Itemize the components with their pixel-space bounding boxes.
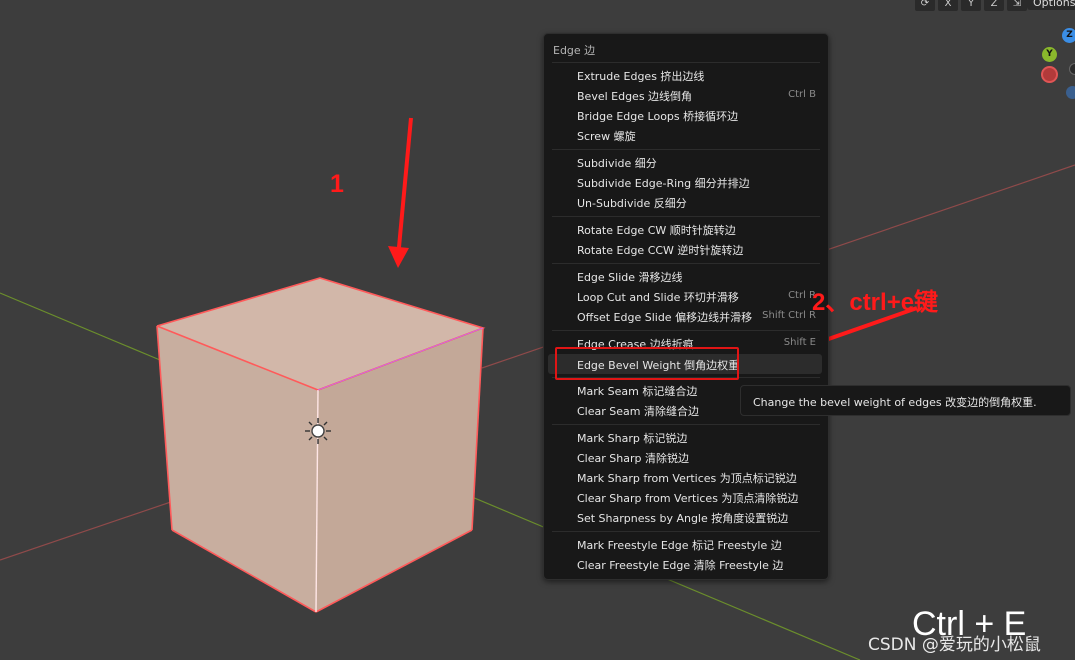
- header-tool-chip[interactable]: X: [938, 0, 958, 11]
- menu-divider: [552, 531, 820, 532]
- arrow-1-icon: [388, 117, 413, 268]
- menu-item-bevel-edges[interactable]: Bevel Edges 边线倒角 Ctrl B: [548, 85, 822, 105]
- menu-item-rotate-edge-cw[interactable]: Rotate Edge CW 顺时针旋转边: [548, 219, 822, 239]
- gizmo-x-neg-icon[interactable]: [1069, 63, 1075, 75]
- menu-divider: [552, 424, 820, 425]
- menu-item-set-sharpness-by-angle[interactable]: Set Sharpness by Angle 按角度设置锐边: [548, 507, 822, 527]
- y-axis-line: [0, 292, 161, 361]
- cube-mesh: [156, 277, 486, 613]
- menu-item-mark-freestyle-edge[interactable]: Mark Freestyle Edge 标记 Freestyle 边: [548, 534, 822, 554]
- header-tool-chip[interactable]: Y: [961, 0, 981, 11]
- menu-title: Edge 边: [553, 44, 596, 57]
- menu-item-clear-freestyle-edge[interactable]: Clear Freestyle Edge 清除 Freestyle 边: [548, 554, 822, 574]
- 3d-viewport[interactable]: ⟳ X Y Z ⇲ Options Z Y Edge 边 Extrude Edg…: [0, 0, 1075, 660]
- menu-item-extrude-edges[interactable]: Extrude Edges 挤出边线: [548, 65, 822, 85]
- gizmo-y-axis-icon[interactable]: Y: [1042, 47, 1057, 62]
- menu-item-mark-sharp[interactable]: Mark Sharp 标记锐边: [548, 427, 822, 447]
- tooltip-text: Change the bevel weight of edges 改变边的倒角权…: [753, 396, 1037, 409]
- menu-divider: [552, 216, 820, 217]
- gizmo-x-neg-icon[interactable]: [1041, 66, 1058, 83]
- annotation-step-1: 1: [330, 170, 344, 198]
- gizmo-z-axis-icon[interactable]: Z: [1062, 28, 1075, 43]
- menu-item-clear-sharp[interactable]: Clear Sharp 清除锐边: [548, 447, 822, 467]
- gizmo-y-neg-icon[interactable]: [1066, 86, 1075, 99]
- menu-divider: [552, 263, 820, 264]
- header-tool-chip[interactable]: Z: [984, 0, 1004, 11]
- menu-item-edge-slide[interactable]: Edge Slide 滑移边线: [548, 266, 822, 286]
- highlight-annotation-box: [555, 347, 739, 380]
- header-tool-chip[interactable]: ⇲: [1007, 0, 1027, 11]
- menu-item-subdivide-edge-ring[interactable]: Subdivide Edge-Ring 细分并排边: [548, 172, 822, 192]
- edge-context-menu: Edge 边 Extrude Edges 挤出边线 Bevel Edges 边线…: [543, 33, 829, 580]
- tooltip: Change the bevel weight of edges 改变边的倒角权…: [740, 385, 1071, 416]
- menu-divider: [552, 149, 820, 150]
- menu-item-clear-sharp-from-vertices[interactable]: Clear Sharp from Vertices 为顶点清除锐边: [548, 487, 822, 507]
- menu-item-offset-edge-slide[interactable]: Offset Edge Slide 偏移边线并滑移 Shift Ctrl R: [548, 306, 822, 326]
- menu-item-un-subdivide[interactable]: Un-Subdivide 反细分: [548, 192, 822, 212]
- menu-item-loop-cut-and-slide[interactable]: Loop Cut and Slide 环切并滑移 Ctrl R: [548, 286, 822, 306]
- options-button[interactable]: Options: [1027, 0, 1075, 10]
- watermark: CSDN @爱玩的小松鼠: [868, 635, 1041, 655]
- viewport-header-tools: ⟳ X Y Z ⇲: [915, 0, 1027, 12]
- menu-divider: [552, 330, 820, 331]
- menu-item-rotate-edge-ccw[interactable]: Rotate Edge CCW 逆时针旋转边: [548, 239, 822, 259]
- menu-item-screw[interactable]: Screw 螺旋: [548, 125, 822, 145]
- menu-item-subdivide[interactable]: Subdivide 细分: [548, 152, 822, 172]
- annotation-step-2: 2、ctrl+e键: [812, 289, 939, 316]
- menu-item-mark-sharp-from-vertices[interactable]: Mark Sharp from Vertices 为顶点标记锐边: [548, 467, 822, 487]
- header-tool-chip[interactable]: ⟳: [915, 0, 935, 11]
- menu-divider: [552, 62, 820, 63]
- menu-item-bridge-edge-loops[interactable]: Bridge Edge Loops 桥接循环边: [548, 105, 822, 125]
